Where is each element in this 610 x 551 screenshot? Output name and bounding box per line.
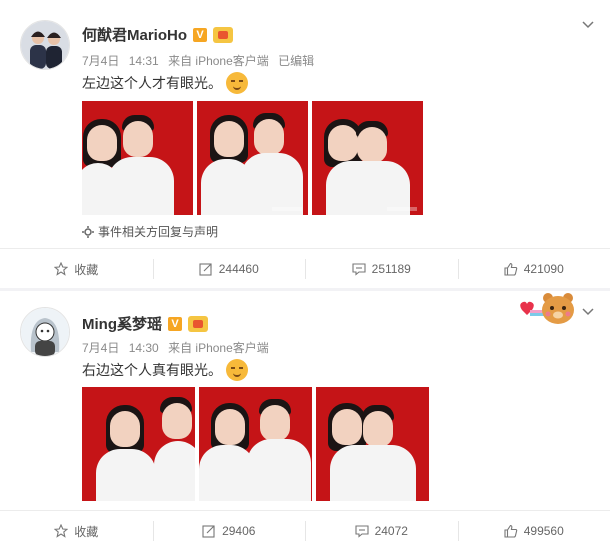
comment-count: 251189	[371, 262, 411, 276]
weibo-post-1: 何猷君MarioHo V 7月4日 14:31 来自 iPhone客户端 已编辑…	[0, 0, 610, 288]
repost-count: 244460	[218, 262, 259, 276]
post-edited-label[interactable]: 已编辑	[278, 54, 314, 68]
post-source: 来自 iPhone客户端	[168, 54, 269, 68]
vip-member-icon	[188, 315, 208, 332]
gear-icon	[82, 225, 94, 238]
photo-grid	[82, 101, 423, 215]
chevron-down-icon[interactable]	[582, 18, 594, 30]
action-bar: 收藏 29406 24072 499560	[0, 511, 610, 551]
author-name[interactable]: 何猷君MarioHo	[82, 24, 187, 45]
comment-count: 24072	[374, 524, 408, 538]
favorite-label: 收藏	[74, 262, 99, 277]
smirk-emoji-icon	[226, 72, 248, 94]
photo-3[interactable]	[316, 387, 429, 501]
comment-icon	[355, 525, 369, 538]
vip-member-icon	[213, 26, 234, 43]
thumbs-up-icon	[504, 524, 517, 538]
post-time[interactable]: 14:31	[129, 54, 159, 68]
photo-2[interactable]	[197, 101, 308, 215]
thumbs-up-icon	[504, 262, 517, 276]
post-text-row: 右边这个人真有眼光。	[82, 359, 248, 381]
post-meta: 7月4日 14:31 来自 iPhone客户端 已编辑	[82, 52, 320, 69]
post-text: 左边这个人才有眼光。	[82, 75, 222, 91]
repost-button[interactable]: 29406	[152, 511, 306, 551]
post-date[interactable]: 7月4日	[82, 341, 119, 355]
repost-count: 29406	[222, 524, 256, 538]
repost-icon	[199, 263, 212, 276]
like-count: 499560	[523, 524, 564, 538]
event-statement-link[interactable]: 事件相关方回复与声明	[82, 223, 218, 240]
post-meta: 7月4日 14:30 来自 iPhone客户端	[82, 339, 275, 356]
photo-1[interactable]	[82, 101, 193, 215]
post-text-row: 左边这个人才有眼光。	[82, 72, 248, 94]
chevron-down-icon[interactable]	[582, 305, 594, 317]
author-row: 何猷君MarioHo V	[82, 24, 234, 45]
repost-icon	[202, 525, 215, 538]
photo-1[interactable]	[82, 387, 195, 501]
comment-icon	[352, 263, 366, 276]
post-time[interactable]: 14:30	[129, 341, 159, 355]
post-text: 右边这个人真有眼光。	[82, 362, 222, 378]
photo-3[interactable]	[312, 101, 423, 215]
verified-badge-icon: V	[193, 27, 208, 42]
like-button[interactable]: 421090	[457, 249, 610, 289]
like-button[interactable]: 499560	[457, 511, 610, 551]
author-avatar[interactable]	[20, 20, 70, 70]
favorite-button[interactable]: 收藏	[0, 511, 153, 551]
like-count: 421090	[523, 262, 564, 276]
verified-badge-icon: V	[168, 316, 182, 331]
photo-grid	[82, 387, 429, 501]
repost-button[interactable]: 244460	[152, 249, 306, 289]
star-icon	[54, 524, 69, 538]
weibo-post-2: Ming奚梦瑶 V 7月4日 14:30 来自 iPhone客户端 右边这个人真…	[0, 291, 610, 551]
favorite-button[interactable]: 收藏	[0, 249, 153, 289]
post-date[interactable]: 7月4日	[82, 54, 119, 68]
comment-button[interactable]: 251189	[305, 249, 458, 289]
photo-2[interactable]	[199, 387, 312, 501]
event-link-label: 事件相关方回复与声明	[98, 225, 219, 239]
comment-button[interactable]: 24072	[305, 511, 458, 551]
action-bar: 收藏 244460 251189 421090	[0, 249, 610, 289]
bear-sticker-icon	[520, 293, 574, 324]
author-row: Ming奚梦瑶 V	[82, 313, 208, 334]
post-source: 来自 iPhone客户端	[168, 341, 269, 355]
favorite-label: 收藏	[74, 524, 99, 539]
author-name[interactable]: Ming奚梦瑶	[82, 313, 162, 334]
author-avatar[interactable]	[20, 307, 70, 357]
smile-emoji-icon	[226, 359, 248, 381]
star-icon	[54, 262, 69, 276]
